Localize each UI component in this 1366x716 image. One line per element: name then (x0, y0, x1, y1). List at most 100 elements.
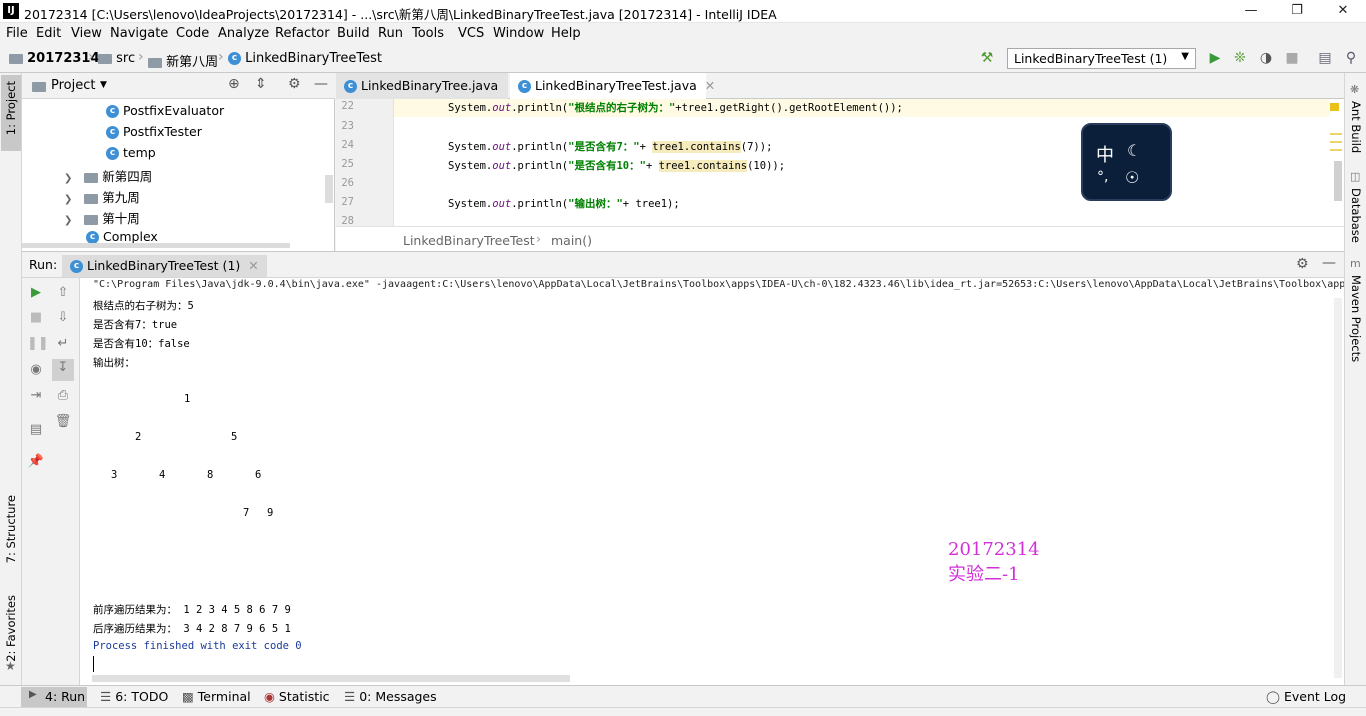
tree-item-complex[interactable]: c Complex (86, 229, 158, 244)
error-stripe-mark[interactable] (1330, 141, 1342, 143)
menu-build[interactable]: Build (337, 26, 370, 41)
breadcrumb-folder[interactable]: 新第八周 (148, 51, 218, 70)
ime-status-widget[interactable]: 中 ☾ °, ☉ (1081, 123, 1172, 201)
structure-stripe-button[interactable]: 7: Structure (4, 495, 18, 563)
print-icon[interactable]: ⎙ (54, 387, 72, 405)
code-line-25: System.out.println("是否含有10："+ tree1.cont… (448, 160, 786, 172)
project-hscrollbar[interactable] (22, 243, 290, 248)
run-tab[interactable]: c LinkedBinaryTreeTest (1) ✕ (62, 255, 267, 277)
trash-icon[interactable]: 🗑 (54, 413, 72, 431)
camera-icon[interactable]: ◉ (27, 361, 45, 379)
close-icon[interactable]: ✕ (705, 78, 715, 93)
exit-icon[interactable]: ⇥ (27, 387, 45, 405)
breadcrumb-file[interactable]: c LinkedBinaryTreeTest (228, 51, 382, 66)
run-configuration-select[interactable]: LinkedBinaryTreeTest (1) ▼ (1007, 48, 1196, 69)
favorites-stripe-button[interactable]: 2: Favorites (4, 595, 18, 662)
ime-punctuation-indicator: °, (1097, 169, 1109, 185)
tree-item-label: Complex (102, 229, 158, 244)
tree-item-week4[interactable]: ❯ 新第四周 (64, 166, 152, 185)
crumb-method[interactable]: main() (551, 233, 592, 248)
event-log-tool-button[interactable]: ◯ Event Log (1266, 689, 1346, 704)
project-view-selector[interactable]: Project (51, 78, 95, 93)
tree-item-week9[interactable]: ❯ 第九周 (64, 187, 140, 206)
gear-icon[interactable]: ⚙ (1296, 256, 1309, 272)
up-arrow-icon[interactable]: ⇧ (54, 284, 72, 302)
maven-projects-stripe-button[interactable]: Maven Projects (1349, 275, 1363, 362)
rerun-icon[interactable]: ▶ (27, 284, 45, 302)
soft-wrap-icon[interactable]: ↵ (54, 335, 72, 353)
menu-edit[interactable]: Edit (36, 26, 61, 41)
class-icon: c (106, 126, 119, 139)
build-hammer-icon[interactable]: ⚒ (978, 49, 996, 67)
menu-tools[interactable]: Tools (412, 26, 444, 41)
tree-item-temp[interactable]: c temp (106, 145, 156, 160)
error-stripe-mark[interactable] (1330, 149, 1342, 151)
editor-scrollbar[interactable] (1334, 161, 1342, 201)
menu-refactor[interactable]: Refactor (275, 26, 330, 41)
run-tab-label: LinkedBinaryTreeTest (1) (86, 258, 241, 273)
todo-tool-button[interactable]: ☰ 6: TODO (100, 689, 168, 704)
down-arrow-icon[interactable]: ⇩ (54, 309, 72, 327)
console-vscrollbar[interactable] (1334, 298, 1342, 678)
menu-help[interactable]: Help (551, 26, 581, 41)
tab-linkedbinarytreetest[interactable]: c LinkedBinaryTreeTest.java ✕ (510, 73, 715, 99)
coverage-icon[interactable]: ◑ (1257, 49, 1275, 67)
debug-bug-icon[interactable]: ❊ (1231, 49, 1249, 67)
minimize-icon[interactable]: — (1228, 0, 1274, 23)
console-output[interactable]: "C:\Program Files\Java\jdk-9.0.4\bin\jav… (80, 278, 1344, 685)
intellij-app-icon: IJ (3, 3, 19, 19)
menu-analyze[interactable]: Analyze (218, 26, 269, 41)
project-structure-icon[interactable]: ▤ (1316, 49, 1334, 67)
terminal-tool-button[interactable]: ▩ Terminal (182, 689, 251, 704)
breadcrumb-src[interactable]: src (98, 51, 135, 66)
pin-icon[interactable]: 📌 (27, 453, 45, 471)
menu-vcs[interactable]: VCS (458, 26, 484, 41)
tab-linkedbinarytree[interactable]: c LinkedBinaryTree.java (336, 73, 508, 99)
scroll-to-end-icon[interactable]: ↧ (52, 359, 74, 381)
menu-run[interactable]: Run (378, 26, 403, 41)
stop-icon[interactable]: ■ (27, 309, 45, 327)
hide-minus-icon[interactable]: — (314, 76, 328, 92)
warning-marker-icon[interactable] (1330, 103, 1339, 111)
layout-icon[interactable]: ▤ (27, 421, 45, 439)
messages-tool-button[interactable]: ☰ 0: Messages (344, 689, 437, 704)
collapse-all-icon[interactable]: ⇕ (255, 76, 267, 92)
watermark-line: 20172314 (948, 539, 1040, 560)
ant-build-stripe-button[interactable]: Ant Build (1349, 101, 1363, 153)
chevron-right-icon: › (536, 231, 541, 246)
project-scrollbar[interactable] (325, 175, 333, 203)
menu-view[interactable]: View (71, 26, 102, 41)
console-hscrollbar[interactable] (92, 675, 570, 682)
line-number: 26 (341, 177, 354, 189)
search-everywhere-icon[interactable]: ⚲ (1342, 49, 1360, 67)
menu-file[interactable]: File (6, 26, 28, 41)
menu-window[interactable]: Window (493, 26, 544, 41)
tree-item-postfixtester[interactable]: c PostfixTester (106, 124, 202, 139)
restore-icon[interactable]: ❐ (1274, 0, 1320, 23)
menu-code[interactable]: Code (176, 26, 209, 41)
code-editor[interactable]: 22 23 24 25 26 27 28 System.out.println(… (336, 99, 1344, 226)
menu-navigate[interactable]: Navigate (110, 26, 168, 41)
run-tool-button[interactable]: ▶ 4: Run (21, 687, 87, 707)
tree-item-week10[interactable]: ❯ 第十周 (64, 208, 140, 227)
chevron-down-icon[interactable]: ▼ (100, 80, 107, 90)
database-stripe-button[interactable]: Database (1349, 188, 1363, 243)
console-line: 是否含有10：false (93, 338, 190, 350)
tree-item-postfixevaluator[interactable]: c PostfixEvaluator (106, 103, 224, 118)
list-icon: ☰ (100, 689, 112, 704)
pause-icon[interactable]: ❚❚ (27, 335, 49, 353)
tree-node: 6 (255, 469, 262, 481)
hide-minus-icon[interactable]: — (1322, 255, 1336, 271)
stop-icon[interactable]: ■ (1283, 49, 1301, 67)
gear-icon[interactable]: ⚙ (288, 76, 301, 92)
class-icon: c (344, 80, 357, 93)
statistic-tool-button[interactable]: ◉ Statistic (264, 689, 330, 704)
error-stripe-mark[interactable] (1330, 133, 1342, 135)
crumb-class[interactable]: LinkedBinaryTreeTest (403, 233, 535, 248)
close-icon[interactable]: ✕ (248, 258, 258, 273)
close-icon[interactable]: ✕ (1320, 0, 1366, 23)
breadcrumb-project[interactable]: 20172314 (9, 51, 100, 66)
run-play-icon[interactable]: ▶ (1206, 49, 1224, 67)
locate-crosshair-icon[interactable]: ⊕ (228, 76, 240, 92)
project-stripe-button[interactable]: 1: Project (1, 75, 21, 151)
